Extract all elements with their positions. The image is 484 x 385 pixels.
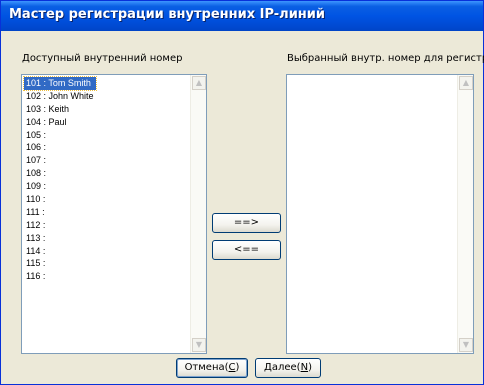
add-extension-button[interactable]: ==>	[212, 213, 281, 233]
available-extensions-list[interactable]: 101 : Tom Smith 102 : John White 103 : Kei…	[21, 74, 207, 354]
extension-list-item[interactable]: 103 : Keith	[24, 103, 96, 116]
cancel-label-tail: )	[235, 362, 240, 373]
next-button[interactable]: Далее(N)	[255, 358, 321, 378]
extension-list-item[interactable]: 101 : Tom Smith	[23, 76, 97, 91]
scroll-down-icon[interactable]: ▼	[459, 338, 473, 352]
next-label: Далее(	[264, 362, 301, 373]
selected-extensions-label: Выбранный внутр. номер для регистр.	[287, 53, 484, 64]
selected-list-scrollbar[interactable]: ▲ ▼	[457, 75, 473, 353]
cancel-label: Отмена(	[184, 362, 229, 373]
scroll-down-icon[interactable]: ▼	[192, 338, 206, 352]
scroll-up-icon[interactable]: ▲	[192, 76, 206, 90]
window-title: Мастер регистрации внутренних IP-линий	[9, 7, 326, 22]
extension-list-item[interactable]: 102 : John White	[24, 90, 96, 103]
registration-wizard-window: Мастер регистрации внутренних IP-линий Д…	[0, 0, 484, 385]
cancel-button[interactable]: Отмена(C)	[176, 358, 248, 378]
extension-list-item[interactable]: 108 :	[24, 167, 96, 180]
available-list-scrollbar[interactable]: ▲ ▼	[190, 75, 206, 353]
selected-extensions-list[interactable]: ▲ ▼	[286, 74, 474, 354]
available-extensions-label: Доступный внутренний номер	[22, 53, 183, 64]
extension-list-item[interactable]: 109 :	[24, 180, 96, 193]
extension-list-item[interactable]: 115 :	[24, 257, 96, 270]
cancel-accesskey: C	[228, 362, 236, 373]
available-extensions-items: 101 : Tom Smith 102 : John White 103 : Kei…	[23, 76, 97, 283]
extension-list-item[interactable]: 106 :	[24, 141, 96, 154]
extension-list-item[interactable]: 112 :	[24, 219, 96, 232]
extension-list-item[interactable]: 116 :	[24, 270, 96, 283]
next-label-tail: )	[308, 362, 312, 373]
remove-extension-button[interactable]: <==	[212, 240, 281, 260]
extension-list-item[interactable]: 111 :	[24, 206, 96, 219]
extension-list-item[interactable]: 110 :	[24, 193, 96, 206]
scroll-up-icon[interactable]: ▲	[459, 76, 473, 90]
title-bar[interactable]: Мастер регистрации внутренних IP-линий	[1, 1, 483, 31]
extension-list-item[interactable]: 113 :	[24, 232, 96, 245]
extension-list-item[interactable]: 114 :	[24, 245, 96, 258]
extension-list-item[interactable]: 107 :	[24, 154, 96, 167]
next-accesskey: N	[300, 362, 309, 373]
extension-list-item[interactable]: 104 : Paul	[24, 116, 96, 129]
extension-list-item[interactable]: 105 :	[24, 129, 96, 142]
